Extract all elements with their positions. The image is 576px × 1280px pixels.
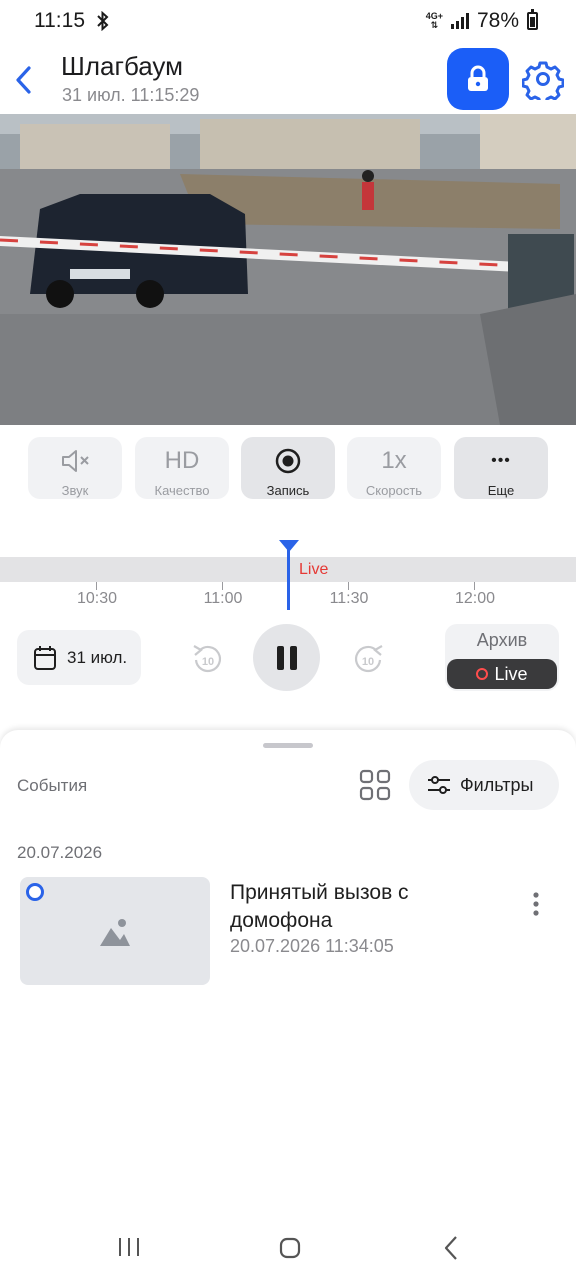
- forward-10-icon[interactable]: 10: [350, 638, 386, 678]
- timeline-live-label: Live: [299, 561, 329, 578]
- date-picker-button[interactable]: 31 июл.: [17, 630, 141, 685]
- events-title: События: [17, 776, 88, 795]
- gear-icon[interactable]: [522, 58, 564, 100]
- pause-icon: [276, 645, 297, 670]
- sound-label: Звук: [61, 483, 89, 498]
- record-icon: [275, 448, 301, 474]
- more-label: Еще: [487, 483, 515, 498]
- status-right: 4G+ ⇅ 78%: [426, 9, 538, 33]
- timeline-tick: [222, 582, 223, 590]
- timeline-tick: [348, 582, 349, 590]
- sound-button[interactable]: Звук: [28, 437, 122, 499]
- timeline-label: 11:30: [329, 590, 369, 607]
- camera-video-feed[interactable]: [0, 114, 576, 425]
- calendar-icon: [34, 645, 56, 670]
- live-mode-label: Live: [494, 663, 528, 684]
- speed-button[interactable]: 1x Скорость: [347, 437, 441, 499]
- network-indicator: 4G+ ⇅: [425, 11, 443, 30]
- timeline-tick: [96, 582, 97, 590]
- filters-label: Фильтры: [460, 774, 534, 795]
- lock-icon: [468, 65, 488, 91]
- svg-text:10: 10: [202, 656, 214, 668]
- timeline-cursor-head[interactable]: [279, 540, 299, 552]
- sound-off-icon: [62, 450, 89, 472]
- live-dot-icon: [476, 668, 489, 680]
- record-button[interactable]: Запись: [241, 437, 335, 499]
- timeline-label: 10:30: [76, 590, 118, 607]
- filters-icon: [428, 776, 450, 794]
- date-picker-label: 31 июл.: [67, 647, 128, 667]
- svg-text:10: 10: [362, 656, 374, 668]
- home-icon[interactable]: [279, 1237, 301, 1259]
- status-time: 11:15: [34, 9, 85, 32]
- pause-button[interactable]: [253, 624, 320, 691]
- battery-icon: [527, 9, 538, 30]
- recent-apps-icon[interactable]: [118, 1237, 140, 1257]
- sheet-drag-handle[interactable]: [263, 743, 313, 748]
- bluetooth-icon: [97, 11, 109, 31]
- timeline-cursor[interactable]: [287, 545, 290, 610]
- record-label: Запись: [266, 483, 310, 498]
- archive-mode-button[interactable]: Архив: [445, 630, 559, 651]
- timeline-tick: [474, 582, 475, 590]
- battery-percent: 78%: [476, 9, 519, 32]
- more-icon: •••: [491, 452, 511, 469]
- event-more-icon[interactable]: [528, 890, 544, 920]
- quality-button[interactable]: HD Качество: [135, 437, 229, 499]
- nav-back-icon[interactable]: [443, 1235, 459, 1261]
- timeline-label: 12:00: [454, 590, 496, 607]
- hd-icon: HD: [164, 447, 200, 474]
- live-mode-button[interactable]: Live: [447, 659, 557, 689]
- filters-button[interactable]: Фильтры: [409, 760, 559, 810]
- events-date-group: 20.07.2026: [17, 843, 103, 862]
- back-icon[interactable]: [10, 62, 38, 98]
- page-title: Шлагбаум: [61, 51, 183, 81]
- event-time: 20.07.2026 11:34:05: [230, 936, 394, 956]
- grid-view-icon[interactable]: [357, 767, 393, 803]
- event-title[interactable]: Принятый вызов с домофона: [230, 879, 500, 935]
- signal-icon: [450, 13, 469, 29]
- speed-icon: 1x: [381, 447, 407, 474]
- lock-button[interactable]: [447, 48, 509, 110]
- replay-10-icon[interactable]: 10: [190, 638, 226, 678]
- speed-label: Скорость: [365, 483, 423, 498]
- timeline-label: 11:00: [203, 590, 243, 607]
- more-button[interactable]: ••• Еще: [454, 437, 548, 499]
- quality-label: Качество: [154, 483, 210, 498]
- page-subtitle: 31 июл. 11:15:29: [62, 85, 200, 105]
- events-sheet: [0, 730, 576, 1280]
- unread-indicator-icon: [26, 883, 44, 901]
- image-placeholder-icon: [100, 919, 130, 946]
